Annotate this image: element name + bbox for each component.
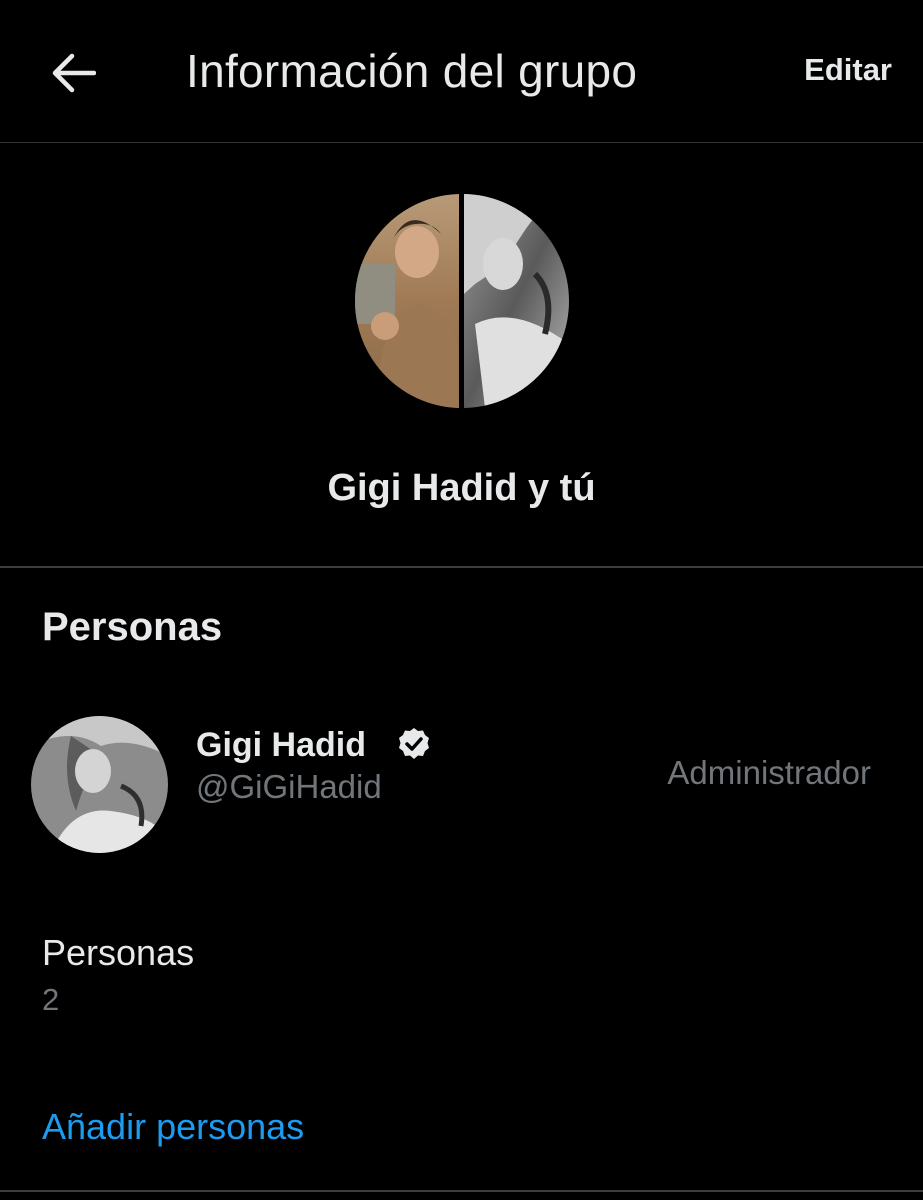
- edit-button[interactable]: Editar: [804, 52, 892, 88]
- people-count-label: Personas: [42, 932, 195, 973]
- people-section-heading: Personas: [42, 605, 223, 649]
- add-people-button[interactable]: Añadir personas: [42, 1106, 304, 1148]
- people-count-value: 2: [42, 982, 60, 1017]
- bottom-divider: [0, 1190, 923, 1192]
- back-button[interactable]: [40, 45, 106, 101]
- verified-badge-icon: [399, 728, 429, 759]
- arrow-left-icon: [52, 53, 96, 93]
- group-name: Gigi Hadid y tú: [327, 467, 596, 509]
- group-avatar[interactable]: [355, 194, 569, 408]
- member-name: Gigi Hadid: [196, 726, 366, 764]
- member-avatar-photo: [31, 716, 168, 853]
- section-divider: [0, 566, 923, 568]
- top-bar: Información del grupo Editar: [0, 0, 923, 142]
- member-avatar[interactable]: [31, 716, 168, 853]
- member-handle: @GiGiHadid: [196, 768, 382, 805]
- member-row[interactable]: Gigi Hadid @GiGiHadid Administrador: [0, 708, 923, 858]
- header-divider: [0, 142, 923, 143]
- page-title: Información del grupo: [186, 45, 638, 97]
- group-info-screen: Información del grupo Editar Gigi Hadid …: [0, 0, 923, 1200]
- member-role-badge: Administrador: [667, 754, 871, 791]
- group-avatar-split-photo: [355, 194, 569, 408]
